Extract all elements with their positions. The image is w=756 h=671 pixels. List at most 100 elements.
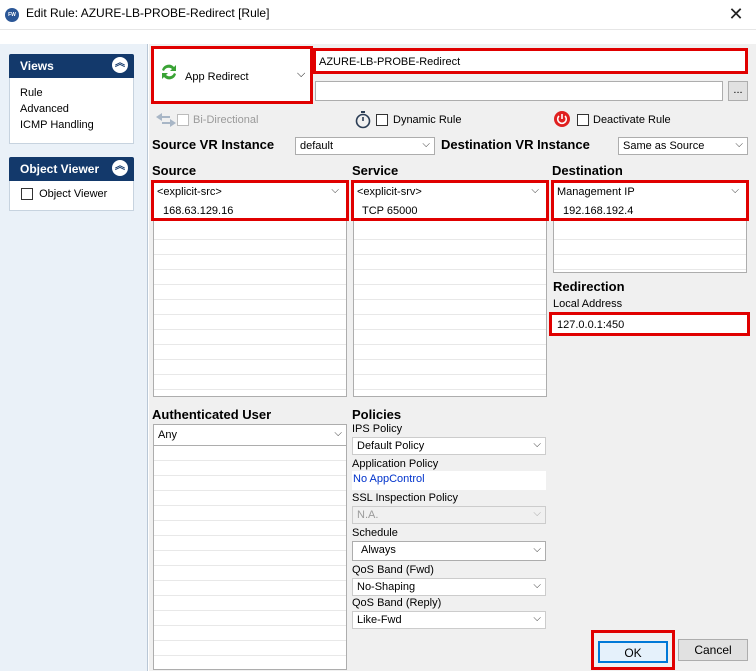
destination-type-value: Management IP [557, 186, 635, 198]
object-viewer-header[interactable]: Object Viewer ︽ [9, 157, 134, 181]
service-type-select[interactable]: <explicit-srv> ⌵ [357, 185, 543, 201]
views-list: Rule Advanced ICMP Handling [9, 78, 134, 144]
deactivate-rule-label: Deactivate Rule [593, 114, 671, 126]
deactivate-rule-checkbox[interactable] [577, 114, 589, 126]
service-highlight: <explicit-srv> ⌵ TCP 65000 [351, 180, 549, 221]
destination-vr-value: Same as Source [623, 140, 705, 152]
view-item-rule[interactable]: Rule [10, 86, 133, 102]
service-value[interactable]: TCP 65000 [362, 205, 417, 217]
destination-vr-label: Destination VR Instance [441, 137, 590, 152]
destination-vr-select[interactable]: Same as Source ⌵ [618, 137, 748, 155]
chevron-down-icon: ⌵ [533, 508, 541, 519]
stopwatch-icon [355, 111, 371, 129]
source-vr-select[interactable]: default ⌵ [295, 137, 435, 155]
destination-list-rows [554, 225, 746, 270]
rule-name-field[interactable]: AZURE-LB-PROBE-Redirect [313, 48, 748, 74]
authenticated-user-label: Authenticated User [152, 407, 272, 422]
collapse-icon[interactable]: ︽ [112, 160, 128, 176]
qos-reply-select[interactable]: Like-Fwd ⌵ [352, 611, 546, 629]
ok-button[interactable]: OK [598, 641, 668, 663]
cancel-button[interactable]: Cancel [678, 639, 748, 661]
chevron-down-icon[interactable]: ⌵ [297, 68, 305, 81]
chevron-down-icon: ⌵ [533, 580, 541, 591]
destination-type-select[interactable]: Management IP ⌵ [557, 185, 743, 201]
local-address-label: Local Address [553, 298, 623, 310]
dynamic-rule-checkbox[interactable] [376, 114, 388, 126]
schedule-select[interactable]: Always ⌵ [352, 541, 546, 561]
bi-directional-checkbox[interactable] [177, 114, 189, 126]
rule-description-field[interactable] [315, 81, 723, 101]
local-address-field[interactable]: 127.0.0.1:450 [549, 312, 750, 336]
action-highlight: App Redirect ⌵ [151, 46, 313, 104]
authenticated-user-select[interactable]: Any ⌵ [154, 425, 346, 446]
qos-fwd-value: No-Shaping [357, 581, 416, 593]
source-vr-value: default [300, 140, 334, 152]
local-address-value: 127.0.0.1:450 [557, 319, 625, 331]
close-icon[interactable]: ✕ [718, 2, 754, 26]
rule-name-value: AZURE-LB-PROBE-Redirect [319, 56, 461, 68]
object-viewer-body: Object Viewer [9, 181, 134, 211]
schedule-value: Always [361, 544, 396, 556]
destination-label: Destination [552, 163, 623, 178]
qos-fwd-select[interactable]: No-Shaping ⌵ [352, 578, 546, 596]
source-type-select[interactable]: <explicit-src> ⌵ [157, 185, 343, 201]
source-label: Source [152, 163, 197, 178]
source-list-rows [154, 225, 346, 390]
views-header[interactable]: Views ︽ [9, 54, 134, 78]
chevron-down-icon: ⌵ [331, 185, 339, 196]
service-list-rows [354, 225, 546, 390]
qos-fwd-label: QoS Band (Fwd) [352, 564, 434, 576]
left-pane: Views ︽ Rule Advanced ICMP Handling Obje… [0, 44, 148, 671]
source-type-value: <explicit-src> [157, 186, 222, 198]
ssl-inspection-policy-value: N.A. [357, 509, 379, 521]
destination-highlight: Management IP ⌵ 192.168.192.4 [551, 180, 749, 221]
application-policy-link[interactable]: No AppControl [352, 471, 546, 490]
destination-value[interactable]: 192.168.192.4 [563, 205, 633, 217]
chevron-down-icon: ⌵ [334, 428, 342, 439]
ssl-inspection-policy-select[interactable]: N.A. ⌵ [352, 506, 546, 524]
authenticated-user-rows [154, 446, 346, 656]
window-title: Edit Rule: AZURE-LB-PROBE-Redirect [Rule… [26, 6, 270, 20]
source-highlight: <explicit-src> ⌵ 168.63.129.16 [151, 180, 349, 221]
power-icon [554, 111, 570, 127]
chevron-down-icon: ⌵ [531, 185, 539, 196]
bi-directional-icon [155, 113, 179, 127]
redirection-label: Redirection [553, 279, 625, 294]
chevron-down-icon: ⌵ [731, 185, 739, 196]
dynamic-rule-label: Dynamic Rule [393, 114, 462, 126]
ellipsis-button[interactable]: ... [728, 81, 748, 101]
schedule-label: Schedule [352, 527, 398, 539]
views-title: Views [20, 59, 54, 73]
qos-reply-label: QoS Band (Reply) [352, 597, 442, 609]
collapse-icon[interactable]: ︽ [112, 57, 128, 73]
chevron-down-icon: ⌵ [533, 544, 541, 555]
policies-label: Policies [352, 407, 402, 422]
ips-policy-value: Default Policy [357, 440, 425, 452]
views-panel: Views ︽ Rule Advanced ICMP Handling [9, 54, 134, 144]
view-item-advanced[interactable]: Advanced [10, 102, 133, 118]
authenticated-user-list[interactable]: Any ⌵ [153, 424, 347, 670]
bi-directional-label: Bi-Directional [193, 114, 259, 126]
view-item-icmp-handling[interactable]: ICMP Handling [10, 118, 133, 134]
chevron-down-icon: ⌵ [735, 139, 743, 150]
action-value[interactable]: App Redirect [185, 71, 249, 83]
app-redirect-icon [159, 62, 179, 82]
application-policy-label: Application Policy [352, 458, 439, 470]
ssl-inspection-policy-label: SSL Inspection Policy [352, 492, 458, 504]
source-vr-label: Source VR Instance [152, 137, 275, 152]
object-viewer-panel: Object Viewer ︽ Object Viewer [9, 157, 134, 211]
service-label: Service [352, 163, 399, 178]
chevron-down-icon: ⌵ [533, 613, 541, 624]
rule-editor: App Redirect ⌵ AZURE-LB-PROBE-Redirect .… [149, 44, 756, 671]
object-viewer-title: Object Viewer [20, 162, 100, 176]
qos-reply-value: Like-Fwd [357, 614, 402, 626]
ips-policy-label: IPS Policy [352, 423, 403, 435]
ips-policy-select[interactable]: Default Policy ⌵ [352, 437, 546, 455]
chevron-down-icon: ⌵ [422, 139, 430, 150]
object-viewer-checkbox[interactable] [21, 188, 33, 201]
source-value[interactable]: 168.63.129.16 [163, 205, 233, 217]
chevron-down-icon: ⌵ [533, 439, 541, 450]
ok-highlight: OK [591, 630, 675, 670]
object-viewer-checkbox-label: Object Viewer [39, 188, 108, 201]
title-bar: FW Edit Rule: AZURE-LB-PROBE-Redirect [R… [0, 0, 756, 30]
